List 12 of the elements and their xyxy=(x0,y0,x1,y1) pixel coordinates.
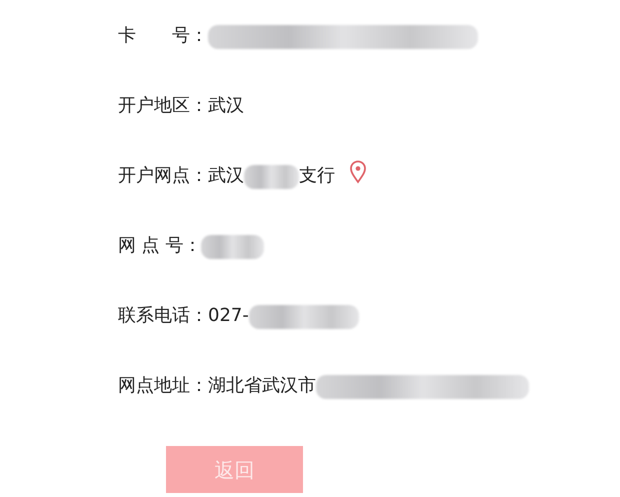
field-label: 网点地址： xyxy=(118,374,208,398)
field-value: 027- xyxy=(208,304,249,328)
field-value: 支行 xyxy=(299,164,335,188)
field-label: 卡 号： xyxy=(118,24,208,48)
location-pin-icon[interactable] xyxy=(349,160,367,184)
field-label: 网 点 号： xyxy=(118,234,202,258)
field-value: 湖北省武汉市 xyxy=(208,374,316,398)
field-label: 联系电话： xyxy=(118,304,208,328)
field-label: 开户网点： xyxy=(118,164,208,188)
field-label: 开户地区： xyxy=(118,94,208,118)
field-value: 武汉 xyxy=(208,164,244,188)
field-value: 武汉 xyxy=(208,94,244,118)
